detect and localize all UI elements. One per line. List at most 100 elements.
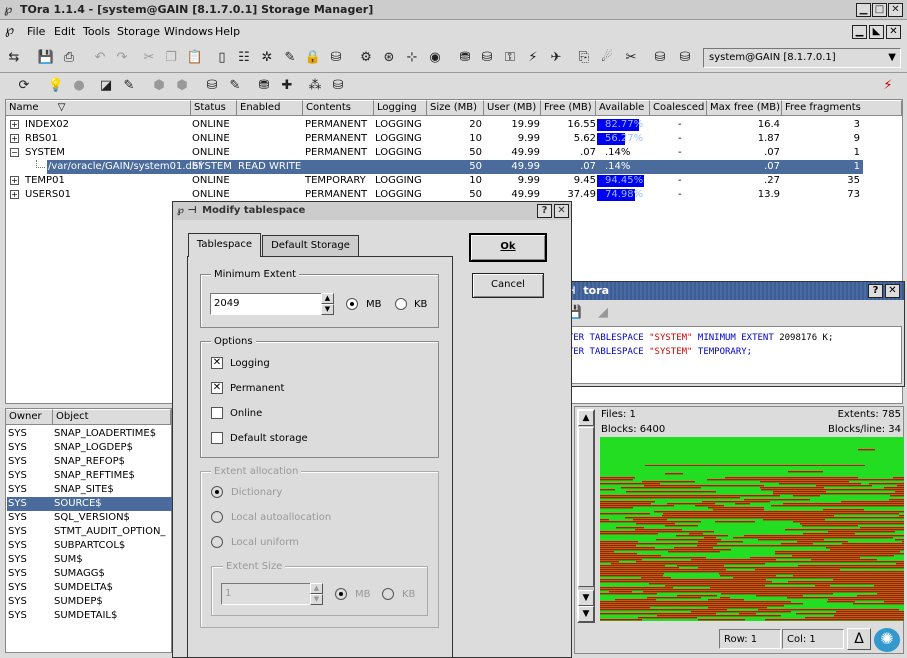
mdi-minimize-button[interactable]: ▁	[852, 25, 867, 39]
list-item[interactable]: SYS SQL_VERSION$	[7, 511, 172, 525]
extents-icon[interactable]: ⁂	[306, 77, 324, 95]
list-item[interactable]: SYS SUMDEP$	[7, 595, 172, 609]
modify-tablespace-icon[interactable]: ✎	[226, 77, 244, 95]
menu-storage[interactable]: Storage	[117, 25, 160, 38]
tool-icon-2[interactable]: ⊛	[380, 49, 398, 67]
ok-button[interactable]: Ok	[469, 233, 547, 262]
menu-tools[interactable]: Tools	[83, 25, 110, 38]
connect-icon[interactable]: ⇆	[5, 49, 23, 67]
connection-select[interactable]: system@GAIN [8.1.7.0.1] ▼	[703, 48, 901, 68]
read-only-icon[interactable]: ◪	[97, 77, 115, 95]
table-row[interactable]: + USERS01 ONLINE PERMANENT LOGGING 50 49.99 37.…	[7, 188, 863, 202]
scroll-down-icon[interactable]: ▼	[578, 590, 594, 606]
mdi-close-button[interactable]: ✕	[886, 25, 901, 39]
editor-icon[interactable]: ✎	[281, 49, 299, 67]
help-button[interactable]: ?	[868, 284, 883, 298]
list-item[interactable]: SYS SUM$	[7, 553, 172, 567]
col-header-contents[interactable]: Contents	[303, 100, 374, 116]
tool-icon-14[interactable]: ⛁	[676, 49, 694, 67]
local-uniform-radio[interactable]	[211, 536, 223, 548]
delta-icon[interactable]: Δ	[847, 628, 871, 650]
redo-icon[interactable]: ↷	[113, 49, 131, 67]
kb-radio[interactable]	[395, 298, 407, 310]
minimize-button[interactable]: ▁	[856, 3, 871, 17]
tool-icon-1[interactable]: ⚙	[357, 49, 375, 67]
move-icon[interactable]: ⬢	[173, 77, 191, 95]
undo-icon[interactable]: ↶	[91, 49, 109, 67]
list-item[interactable]: SYS SNAP_LOGDEP$	[7, 441, 172, 455]
expand-icon[interactable]: +	[10, 190, 19, 199]
security-icon[interactable]: 🔒	[304, 49, 322, 67]
dictionary-radio[interactable]	[211, 486, 223, 498]
new-datafile-icon[interactable]: ⛃	[255, 77, 273, 95]
copy-icon[interactable]: ❐	[162, 49, 180, 67]
tab-tablespace[interactable]: Tablespace	[188, 233, 261, 257]
list-item[interactable]: SYS SNAP_REFTIME$	[7, 469, 172, 483]
offline-icon[interactable]: ●	[70, 77, 88, 95]
col-header-logging[interactable]: Logging	[374, 100, 427, 116]
menu-windows[interactable]: Windows	[164, 25, 213, 38]
new-sheet-icon[interactable]: ▯	[213, 49, 231, 67]
debugger-icon[interactable]: ✲	[258, 49, 276, 67]
list-item[interactable]: SYS SNAP_SITE$	[7, 483, 172, 497]
menu-file[interactable]: File	[27, 25, 45, 38]
add-datafile-icon[interactable]: ✚	[278, 77, 296, 95]
close-button[interactable]: ✕	[554, 204, 569, 218]
scroll-up-icon[interactable]: ▲	[578, 410, 594, 426]
menu-help[interactable]: Help	[215, 25, 240, 38]
maximize-button[interactable]: □	[872, 3, 887, 17]
col-header-maxfree[interactable]: Max free (MB)	[707, 100, 782, 116]
online-checkbox[interactable]	[211, 407, 223, 419]
tool-icon-11[interactable]: ☄	[598, 49, 616, 67]
execute-icon[interactable]: ◢	[594, 304, 612, 322]
col-header-available[interactable]: Available	[596, 100, 650, 116]
tool-icon-6[interactable]: ⛁	[478, 49, 496, 67]
list-item[interactable]: SYS SUMAGG$	[7, 567, 172, 581]
tool-icon-3[interactable]: ⊹	[403, 49, 421, 67]
col-header-coalesced[interactable]: Coalesced	[650, 100, 707, 116]
scroll-down2-icon[interactable]: ▼	[578, 606, 594, 622]
cancel-button[interactable]: Cancel	[472, 273, 544, 298]
spin-down-icon[interactable]: ▼	[321, 304, 334, 315]
close-button[interactable]: ✕	[885, 284, 900, 298]
col-header-enabled[interactable]: Enabled	[237, 100, 303, 116]
list-item[interactable]: SYS SNAP_REFOP$	[7, 455, 172, 469]
col-header-free[interactable]: Free (MB)	[541, 100, 596, 116]
browser-icon[interactable]: ☷	[235, 49, 253, 67]
tool-icon-10[interactable]: ⎘	[575, 49, 593, 67]
coalesce-icon[interactable]: ⬢	[150, 77, 168, 95]
scroll-thumb[interactable]	[578, 427, 594, 587]
local-auto-radio[interactable]	[211, 511, 223, 523]
size-kb-radio[interactable]	[382, 588, 394, 600]
permanent-checkbox[interactable]: ✕	[211, 382, 223, 394]
read-write-icon[interactable]: ✎	[120, 77, 138, 95]
table-row[interactable]: − SYSTEM ONLINE PERMANENT LOGGING 50 49.99 .07.…	[7, 146, 863, 160]
tool-icon-5[interactable]: ⛃	[456, 49, 474, 67]
list-item[interactable]: SYS SOURCE$	[7, 497, 172, 511]
tool-icon-12[interactable]: ✂	[622, 49, 640, 67]
list-item[interactable]: SYS STMT_AUDIT_OPTION_	[7, 525, 172, 539]
new-tablespace-icon[interactable]: ⛁	[203, 77, 221, 95]
col-header-name[interactable]: Name ▽	[6, 100, 191, 116]
expand-icon[interactable]: +	[10, 120, 19, 129]
mb-radio[interactable]	[346, 298, 358, 310]
size-mb-radio[interactable]	[335, 588, 347, 600]
minimum-extent-input[interactable]: 2049	[210, 293, 322, 315]
col-header-user[interactable]: User (MB)	[484, 100, 541, 116]
col-header-size[interactable]: Size (MB)	[427, 100, 484, 116]
extent-scrollbar[interactable]: ▲ ▼ ▼	[577, 409, 595, 623]
mdi-restore-button[interactable]: ◣	[869, 25, 884, 39]
cut-icon[interactable]: ✂	[140, 49, 158, 67]
help-button[interactable]: ?	[537, 204, 552, 218]
tool-icon-4[interactable]: ◉	[426, 49, 444, 67]
col-header-frags[interactable]: Free fragments	[782, 100, 902, 116]
online-icon[interactable]: 💡	[47, 77, 65, 95]
tool-icon-8[interactable]: ⚡	[524, 49, 542, 67]
table-row[interactable]: + INDEX02 ONLINE PERMANENT LOGGING 20 19.99 16.…	[7, 118, 863, 132]
spin-up-icon[interactable]: ▲	[310, 583, 323, 594]
expand-icon[interactable]: +	[10, 176, 19, 185]
spin-down-icon[interactable]: ▼	[310, 594, 323, 605]
objects-icon[interactable]: ⛁	[329, 77, 347, 95]
logging-checkbox[interactable]: ✕	[211, 357, 223, 369]
table-row[interactable]: /var/oracle/GAIN/system01.dbf SYSTEM READ …	[47, 160, 863, 174]
